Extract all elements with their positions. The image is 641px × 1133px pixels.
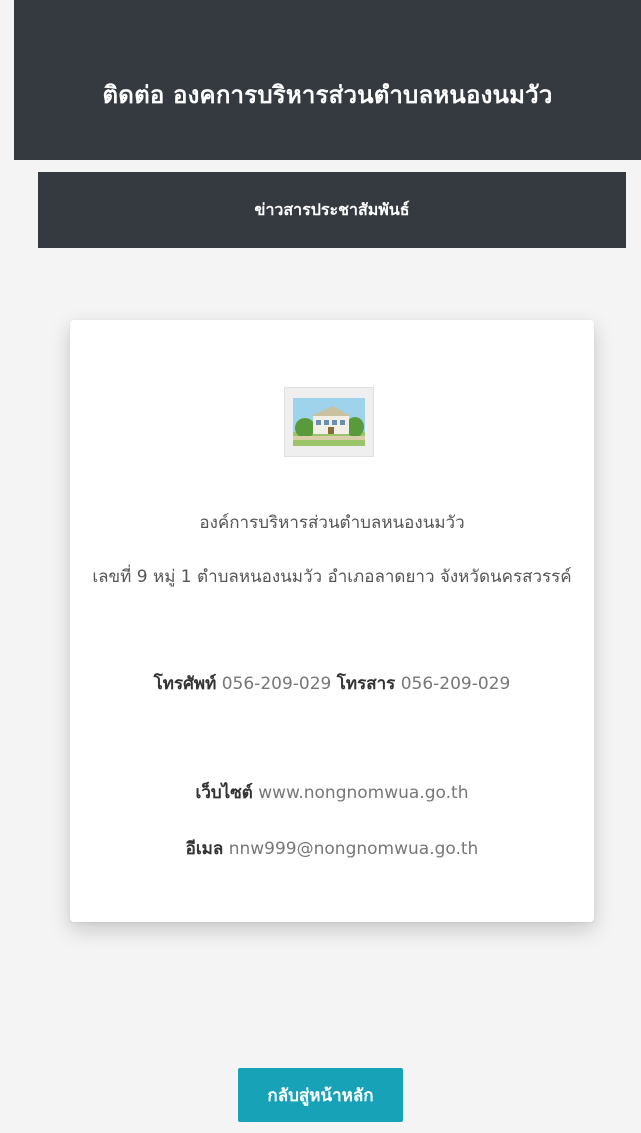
phone-fax-line: โทรศัพท์ 056-209-029 โทรสาร 056-209-029 <box>90 667 574 702</box>
website-link[interactable]: www.nongnomwua.go.th <box>258 783 468 803</box>
email-label: อีเมล <box>185 839 224 859</box>
building-photo-icon <box>293 398 365 446</box>
back-to-home-button[interactable]: กลับสู่หน้าหลัก <box>238 1068 403 1122</box>
page-header: ติดต่อ องคการบริหารส่วนตำบลหนองนมวัว <box>14 0 641 160</box>
organization-building-image <box>284 387 374 457</box>
news-button[interactable]: ข่าวสารประชาสัมพันธ์ <box>38 172 626 248</box>
website-label: เว็บไซต์ <box>195 783 253 803</box>
phone-label: โทรศัพท์ <box>153 674 217 694</box>
email-link[interactable]: nnw999@nongnomwua.go.th <box>229 839 479 859</box>
address: เลขที่ 9 หมู่ 1 ตำบลหนองนมวัว อำเภอลาดยา… <box>92 567 572 587</box>
org-name: องค์การบริหารส่วนตำบลหนองนมวัว <box>199 513 465 533</box>
page-title: ติดต่อ องคการบริหารส่วนตำบลหนองนมวัว <box>102 80 553 109</box>
contact-card: องค์การบริหารส่วนตำบลหนองนมวัว เลขที่ 9 … <box>70 320 594 922</box>
phone-value: 056-209-029 <box>221 674 332 694</box>
website-line: เว็บไซต์ www.nongnomwua.go.th <box>90 776 574 811</box>
fax-value: 056-209-029 <box>400 674 511 694</box>
fax-label: โทรสาร <box>336 674 396 694</box>
email-line: อีเมล nnw999@nongnomwua.go.th <box>90 832 574 867</box>
